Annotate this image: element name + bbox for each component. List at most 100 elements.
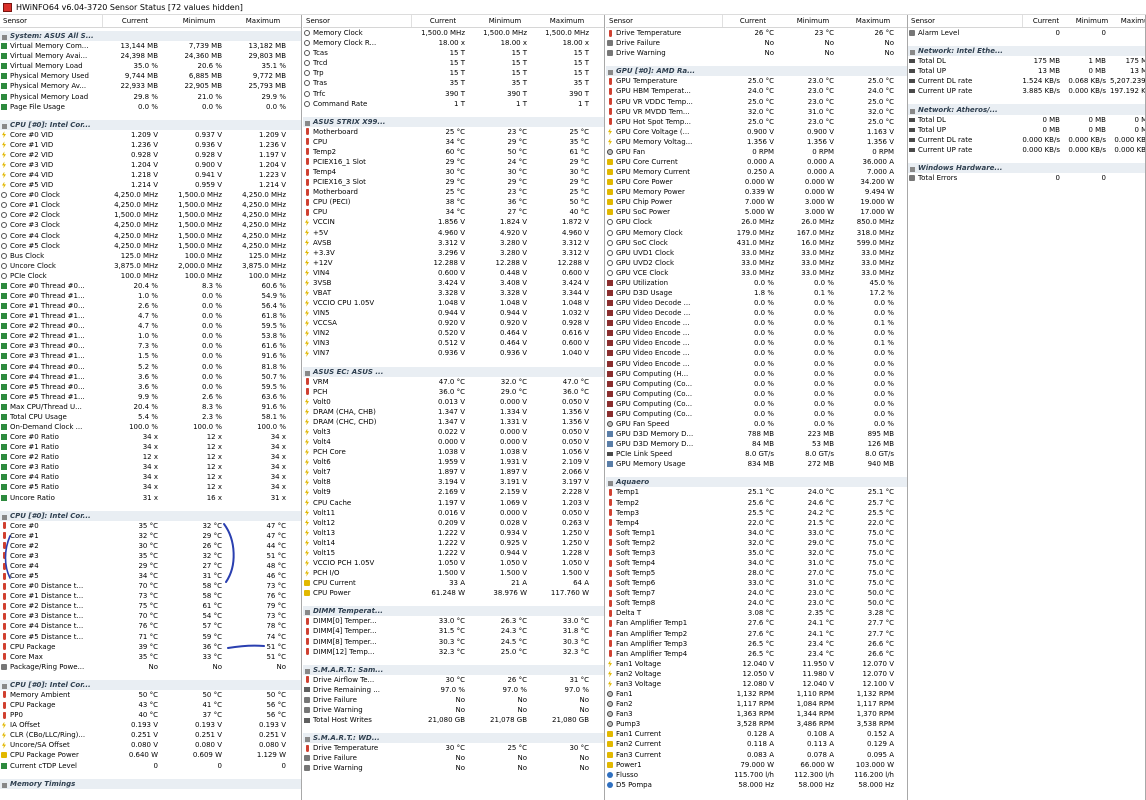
sensor-row[interactable]: Memory Ambient 50 °C 50 °C 50 °C <box>0 690 301 700</box>
sensor-row[interactable]: GPU Video Encode ... 0.0 % 0.0 % 0.0 % <box>606 348 907 358</box>
sensor-row[interactable]: Soft Temp4 34.0 °C 31.0 °C 75.0 °C <box>606 558 907 568</box>
sensor-row[interactable]: Volt7 1.897 V 1.897 V 2.066 V <box>303 467 604 477</box>
sensor-group-header[interactable]: Network: Intel Ethe... <box>908 46 1145 57</box>
sensor-group-header[interactable]: Aquaero <box>606 477 907 488</box>
sensor-row[interactable]: Temp3 25.5 °C 24.2 °C 25.5 °C <box>606 508 907 518</box>
sensor-row[interactable]: Temp4 30 °C 30 °C 30 °C <box>303 167 604 177</box>
sensor-row[interactable]: GPU Core Power 0.000 W 0.000 W 34.200 W <box>606 177 907 187</box>
sensor-row[interactable]: Total DL0 MB0 MB0 MB <box>908 115 1145 125</box>
sensor-row[interactable]: Core #0 VID 1.209 V 0.937 V 1.209 V <box>0 130 301 140</box>
sensor-row[interactable]: Fan2 1,117 RPM 1,084 RPM 1,117 RPM <box>606 699 907 709</box>
sensor-row[interactable]: GPU Clock 26.0 MHz 26.0 MHz 850.0 MHz <box>606 217 907 227</box>
sensor-row[interactable]: GPU Hot Spot Temp... 25.0 °C 23.0 °C 25.0 °… <box>606 117 907 127</box>
sensor-row[interactable]: GPU SoC Power 5.000 W 3.000 W 17.000 W <box>606 207 907 217</box>
sensor-row[interactable]: GPU Computing (Co... 0.0 % 0.0 % 0.0 % <box>606 389 907 399</box>
sensor-group-header[interactable]: ASUS STRIX X99... <box>303 116 604 127</box>
sensor-row[interactable]: Core #5 34 °C 31 °C 46 °C <box>0 571 301 581</box>
sensor-row[interactable]: Soft Temp1 34.0 °C 33.0 °C 75.0 °C <box>606 528 907 538</box>
sensor-row[interactable]: Total DL175 MB1 MB175 MB <box>908 56 1145 66</box>
sensor-row[interactable]: CPU 34 °C 29 °C 35 °C <box>303 137 604 147</box>
sensor-row[interactable]: Soft Temp8 24.0 °C 23.0 °C 50.0 °C <box>606 598 907 608</box>
sensor-row[interactable]: Flusso 115.700 l/h 112.300 l/h 116.200 l/h <box>606 770 907 780</box>
sensor-row[interactable]: Soft Temp7 24.0 °C 23.0 °C 50.0 °C <box>606 588 907 598</box>
sensor-row[interactable]: VIN2 0.520 V 0.464 V 0.616 V <box>303 328 604 338</box>
sensor-row[interactable]: Tras 35 T 35 T 35 T <box>303 78 604 88</box>
column-header-sensor[interactable]: Sensor <box>606 15 723 27</box>
sensor-row[interactable]: VIN4 0.600 V 0.448 V 0.600 V <box>303 268 604 278</box>
sensor-row[interactable]: CLR (CBo/LLC/Ring)... 0.251 V 0.251 V 0.251… <box>0 730 301 740</box>
sensor-row[interactable]: Soft Temp3 35.0 °C 32.0 °C 75.0 °C <box>606 548 907 558</box>
sensor-row[interactable]: PCIe Clock 100.0 MHz 100.0 MHz 100.0 MHz <box>0 271 301 281</box>
column-header-sensor[interactable]: Sensor <box>303 15 412 27</box>
sensor-group-header[interactable]: GPU [#0]: AMD Ra... <box>606 66 907 77</box>
sensor-row[interactable]: Volt14 1.222 V 0.925 V 1.250 V <box>303 538 604 548</box>
sensor-row[interactable]: Temp4 22.0 °C 21.5 °C 22.0 °C <box>606 518 907 528</box>
sensor-row[interactable]: Core #5 Distance t... 71 °C 59 °C 74 °C <box>0 632 301 642</box>
sensor-row[interactable]: DIMM[8] Temper... 30.3 °C 24.5 °C 30.3 °C <box>303 637 604 647</box>
sensor-row[interactable]: PCIe Link Speed 8.0 GT/s 8.0 GT/s 8.0 GT/s <box>606 449 907 459</box>
sensor-row[interactable]: CPU (PECI) 38 °C 36 °C 50 °C <box>303 197 604 207</box>
sensor-row[interactable]: DIMM[0] Temper... 33.0 °C 26.3 °C 33.0 °C <box>303 616 604 626</box>
sensor-row[interactable]: GPU Temperature 25.0 °C 23.0 °C 25.0 °C <box>606 76 907 86</box>
sensor-row[interactable]: Core #1 VID 1.236 V 0.936 V 1.236 V <box>0 140 301 150</box>
column-header-sensor[interactable]: Sensor <box>908 15 1023 27</box>
sensor-row[interactable]: Core #0 35 °C 32 °C 47 °C <box>0 521 301 531</box>
sensor-row[interactable]: CPU Package Power 0.640 W 0.609 W 1.129 W <box>0 750 301 760</box>
sensor-row[interactable]: GPU Video Encode ... 0.0 % 0.0 % 0.0 % <box>606 328 907 338</box>
sensor-row[interactable]: +5V 4.960 V 4.920 V 4.960 V <box>303 227 604 237</box>
sensor-row[interactable]: Core #5 VID 1.214 V 0.959 V 1.214 V <box>0 180 301 190</box>
sensor-row[interactable]: Core #3 Ratio 34 x 12 x 34 x <box>0 462 301 472</box>
sensor-row[interactable]: Core #2 30 °C 26 °C 44 °C <box>0 541 301 551</box>
sensor-row[interactable]: PCIEX16_3 Slot 29 °C 29 °C 29 °C <box>303 177 604 187</box>
sensor-row[interactable]: GPU UVD1 Clock 33.0 MHz 33.0 MHz 33.0 MHz <box>606 248 907 258</box>
column-header-minimum[interactable]: Minimum <box>783 15 843 27</box>
sensor-row[interactable]: Volt12 0.209 V 0.028 V 0.263 V <box>303 518 604 528</box>
sensor-row[interactable]: GPU D3D Usage 1.8 % 0.1 % 17.2 % <box>606 288 907 298</box>
sensor-row[interactable]: Drive Temperature 30 °C 25 °C 30 °C <box>303 743 604 753</box>
sensor-row[interactable]: Fan1 Current 0.128 A 0.108 A 0.152 A <box>606 729 907 739</box>
sensor-group-header[interactable]: DIMM Temperat... <box>303 606 604 617</box>
sensor-row[interactable]: Total Host Writes 21,080 GB 21,078 GB 21,08… <box>303 715 604 725</box>
sensor-row[interactable]: Core #1 32 °C 29 °C 47 °C <box>0 531 301 541</box>
sensor-row[interactable]: Core #0 Ratio 34 x 12 x 34 x <box>0 432 301 442</box>
sensor-row[interactable]: Total CPU Usage 5.4 % 2.3 % 58.1 % <box>0 412 301 422</box>
sensor-row[interactable]: Uncore Ratio 31 x 16 x 31 x <box>0 493 301 503</box>
sensor-row[interactable]: Core #2 Distance t... 75 °C 61 °C 79 °C <box>0 601 301 611</box>
sensor-group-header[interactable]: CPU [#0]: Intel Cor... <box>0 679 301 690</box>
sensor-group-header[interactable]: Memory Timings <box>0 778 301 789</box>
sensor-row[interactable]: Core #4 Ratio 34 x 12 x 34 x <box>0 472 301 482</box>
sensor-row[interactable]: Core #3 Distance t... 70 °C 54 °C 73 °C <box>0 611 301 621</box>
sensor-row[interactable]: GPU Video Decode ... 0.0 % 0.0 % 0.0 % <box>606 298 907 308</box>
sensor-row[interactable]: GPU D3D Memory D... 788 MB 223 MB 895 MB <box>606 429 907 439</box>
sensor-row[interactable]: Core #4 Clock 4,250.0 MHz 1,500.0 MHz 4,250… <box>0 230 301 240</box>
sensor-row[interactable]: Bus Clock 125.0 MHz 100.0 MHz 125.0 MHz <box>0 251 301 261</box>
sensor-row[interactable]: VCCIO CPU 1.05V 1.048 V 1.048 V 1.048 V <box>303 298 604 308</box>
sensor-panel-2[interactable]: Sensor Current Minimum Maximum Memory Clock 1… <box>303 15 605 800</box>
sensor-row[interactable]: VIN3 0.512 V 0.464 V 0.600 V <box>303 338 604 348</box>
sensor-row[interactable]: VBAT 3.328 V 3.328 V 3.344 V <box>303 288 604 298</box>
sensor-row[interactable]: GPU VCE Clock 33.0 MHz 33.0 MHz 33.0 MHz <box>606 268 907 278</box>
column-header-minimum[interactable]: Minimum <box>167 15 231 27</box>
sensor-row[interactable]: Fan3 Voltage 12.080 V 12.040 V 12.100 V <box>606 679 907 689</box>
sensor-row[interactable]: Memory Clock 1,500.0 MHz 1,500.0 MHz 1,500.… <box>303 28 604 38</box>
sensor-row[interactable]: GPU Memory Usage 834 MB 272 MB 940 MB <box>606 459 907 469</box>
sensor-row[interactable]: GPU Memory Voltag... 1.356 V 1.356 V 1.356 … <box>606 137 907 147</box>
sensor-row[interactable]: IA Offset 0.193 V 0.193 V 0.193 V <box>0 720 301 730</box>
sensor-group-header[interactable]: System: ASUS All S... <box>0 31 301 42</box>
sensor-row[interactable]: Fan2 Voltage 12.050 V 11.980 V 12.070 V <box>606 669 907 679</box>
sensor-row[interactable]: CPU 34 °C 27 °C 40 °C <box>303 207 604 217</box>
sensor-row[interactable]: PP0 40 °C 37 °C 56 °C <box>0 710 301 720</box>
sensor-row[interactable]: GPU Video Encode ... 0.0 % 0.0 % 0.1 % <box>606 338 907 348</box>
sensor-row[interactable]: Core #1 Ratio 34 x 12 x 34 x <box>0 442 301 452</box>
sensor-row[interactable]: Current UP rate 0.000 KB/s 0.000 KB/s 0.000… <box>908 145 1145 155</box>
sensor-row[interactable]: Drive Remaining ... 97.0 % 97.0 % 97.0 % <box>303 685 604 695</box>
sensor-row[interactable]: Core #5 Ratio 34 x 12 x 34 x <box>0 482 301 492</box>
sensor-row[interactable]: Physical Memory Av... 22,933 MB 22,905 MB 2… <box>0 81 301 91</box>
column-header-maximum[interactable]: Maximum <box>1115 15 1145 27</box>
sensor-row[interactable]: Motherboard 25 °C 23 °C 25 °C <box>303 127 604 137</box>
sensor-row[interactable]: Core #5 Thread #0... 3.6 % 0.0 % 59.5 % <box>0 382 301 392</box>
sensor-row[interactable]: CPU Package 43 °C 41 °C 56 °C <box>0 700 301 710</box>
sensor-row[interactable]: Uncore/SA Offset 0.080 V 0.080 V 0.080 V <box>0 740 301 750</box>
sensor-row[interactable]: Total Errors000 <box>908 173 1145 183</box>
column-header-current[interactable]: Current <box>412 15 474 27</box>
